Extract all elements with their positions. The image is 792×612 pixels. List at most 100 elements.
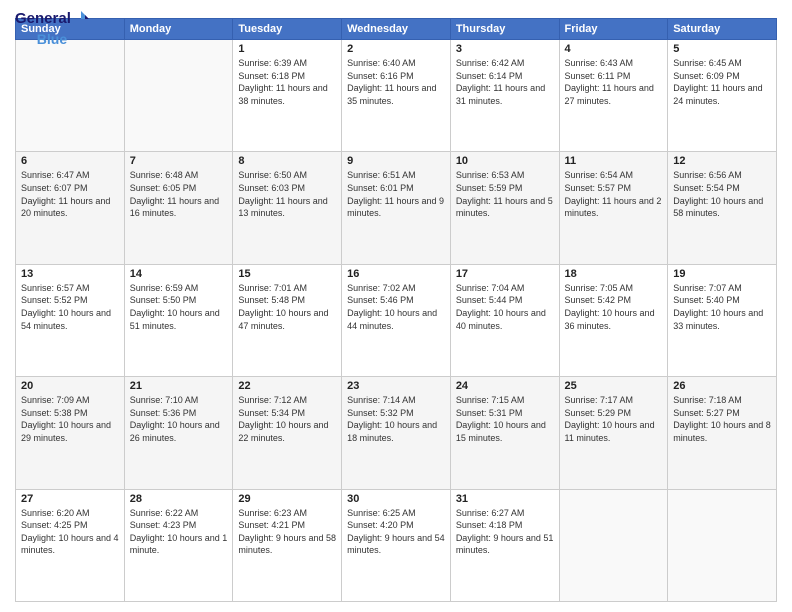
day-number: 10 bbox=[456, 155, 554, 167]
day-cell: 28 Sunrise: 6:22 AM Sunset: 4:23 PM Dayli… bbox=[124, 489, 233, 601]
day-cell: 11 Sunrise: 6:54 AM Sunset: 5:57 PM Dayli… bbox=[559, 152, 668, 264]
day-cell: 15 Sunrise: 7:01 AM Sunset: 5:48 PM Dayli… bbox=[233, 264, 342, 376]
day-number: 26 bbox=[673, 380, 771, 392]
day-info: Sunrise: 6:47 AM Sunset: 6:07 PM Dayligh… bbox=[21, 169, 119, 219]
day-info: Sunrise: 7:01 AM Sunset: 5:48 PM Dayligh… bbox=[238, 282, 336, 332]
day-number: 24 bbox=[456, 380, 554, 392]
day-number: 29 bbox=[238, 493, 336, 505]
day-number: 18 bbox=[565, 268, 663, 280]
day-info: Sunrise: 6:53 AM Sunset: 5:59 PM Dayligh… bbox=[456, 169, 554, 219]
day-number: 12 bbox=[673, 155, 771, 167]
day-info: Sunrise: 6:43 AM Sunset: 6:11 PM Dayligh… bbox=[565, 57, 663, 107]
day-info: Sunrise: 6:20 AM Sunset: 4:25 PM Dayligh… bbox=[21, 507, 119, 557]
day-cell: 20Sunrise: 7:09 AM Sunset: 5:38 PM Dayli… bbox=[16, 377, 125, 489]
day-cell bbox=[668, 489, 777, 601]
day-info: Sunrise: 7:10 AM Sunset: 5:36 PM Dayligh… bbox=[130, 394, 228, 444]
weekday-header-tuesday: Tuesday bbox=[233, 19, 342, 40]
day-cell: 3 Sunrise: 6:42 AM Sunset: 6:14 PM Daylig… bbox=[450, 40, 559, 152]
day-info: Sunrise: 7:05 AM Sunset: 5:42 PM Dayligh… bbox=[565, 282, 663, 332]
day-cell: 4Sunrise: 6:43 AM Sunset: 6:11 PM Daylig… bbox=[559, 40, 668, 152]
day-cell: 22Sunrise: 7:12 AM Sunset: 5:34 PM Dayli… bbox=[233, 377, 342, 489]
week-row-4: 20Sunrise: 7:09 AM Sunset: 5:38 PM Dayli… bbox=[16, 377, 777, 489]
day-cell: 16 Sunrise: 7:02 AM Sunset: 5:46 PM Dayli… bbox=[342, 264, 451, 376]
day-number: 13 bbox=[21, 268, 119, 280]
day-number: 2 bbox=[347, 43, 445, 55]
weekday-header-monday: Monday bbox=[124, 19, 233, 40]
day-info: Sunrise: 7:07 AM Sunset: 5:40 PM Dayligh… bbox=[673, 282, 771, 332]
day-info: Sunrise: 6:22 AM Sunset: 4:23 PM Dayligh… bbox=[130, 507, 228, 557]
day-info: Sunrise: 6:42 AM Sunset: 6:14 PM Dayligh… bbox=[456, 57, 554, 107]
day-number: 23 bbox=[347, 380, 445, 392]
day-cell bbox=[124, 40, 233, 152]
day-number: 3 bbox=[456, 43, 554, 55]
day-number: 6 bbox=[21, 155, 119, 167]
day-number: 15 bbox=[238, 268, 336, 280]
day-number: 31 bbox=[456, 493, 554, 505]
day-number: 21 bbox=[130, 380, 228, 392]
day-cell: 17Sunrise: 7:04 AM Sunset: 5:44 PM Dayli… bbox=[450, 264, 559, 376]
week-row-3: 13 Sunrise: 6:57 AM Sunset: 5:52 PM Dayli… bbox=[16, 264, 777, 376]
day-cell: 19 Sunrise: 7:07 AM Sunset: 5:40 PM Dayli… bbox=[668, 264, 777, 376]
day-number: 28 bbox=[130, 493, 228, 505]
day-info: Sunrise: 6:27 AM Sunset: 4:18 PM Dayligh… bbox=[456, 507, 554, 557]
calendar-table: SundayMondayTuesdayWednesdayThursdayFrid… bbox=[15, 18, 777, 602]
day-number: 22 bbox=[238, 380, 336, 392]
day-cell: 12 Sunrise: 6:56 AM Sunset: 5:54 PM Dayli… bbox=[668, 152, 777, 264]
day-number: 8 bbox=[238, 155, 336, 167]
day-info: Sunrise: 7:15 AM Sunset: 5:31 PM Dayligh… bbox=[456, 394, 554, 444]
day-info: Sunrise: 7:17 AM Sunset: 5:29 PM Dayligh… bbox=[565, 394, 663, 444]
day-info: Sunrise: 6:23 AM Sunset: 4:21 PM Dayligh… bbox=[238, 507, 336, 557]
logo-triangle-icon bbox=[73, 11, 89, 27]
day-cell bbox=[559, 489, 668, 601]
day-number: 30 bbox=[347, 493, 445, 505]
day-cell: 6 Sunrise: 6:47 AM Sunset: 6:07 PM Daylig… bbox=[16, 152, 125, 264]
week-row-1: 1Sunrise: 6:39 AM Sunset: 6:18 PM Daylig… bbox=[16, 40, 777, 152]
logo-blue: Blue bbox=[37, 31, 67, 48]
day-info: Sunrise: 6:54 AM Sunset: 5:57 PM Dayligh… bbox=[565, 169, 663, 219]
day-cell: 29 Sunrise: 6:23 AM Sunset: 4:21 PM Dayli… bbox=[233, 489, 342, 601]
day-cell bbox=[16, 40, 125, 152]
day-cell: 31 Sunrise: 6:27 AM Sunset: 4:18 PM Dayli… bbox=[450, 489, 559, 601]
day-cell: 21 Sunrise: 7:10 AM Sunset: 5:36 PM Dayli… bbox=[124, 377, 233, 489]
day-cell: 10 Sunrise: 6:53 AM Sunset: 5:59 PM Dayli… bbox=[450, 152, 559, 264]
day-cell: 1Sunrise: 6:39 AM Sunset: 6:18 PM Daylig… bbox=[233, 40, 342, 152]
week-row-5: 27 Sunrise: 6:20 AM Sunset: 4:25 PM Dayli… bbox=[16, 489, 777, 601]
day-cell: 2 Sunrise: 6:40 AM Sunset: 6:16 PM Daylig… bbox=[342, 40, 451, 152]
weekday-header-thursday: Thursday bbox=[450, 19, 559, 40]
day-info: Sunrise: 6:57 AM Sunset: 5:52 PM Dayligh… bbox=[21, 282, 119, 332]
day-info: Sunrise: 6:59 AM Sunset: 5:50 PM Dayligh… bbox=[130, 282, 228, 332]
day-info: Sunrise: 6:40 AM Sunset: 6:16 PM Dayligh… bbox=[347, 57, 445, 107]
weekday-header-friday: Friday bbox=[559, 19, 668, 40]
day-number: 5 bbox=[673, 43, 771, 55]
day-info: Sunrise: 7:09 AM Sunset: 5:38 PM Dayligh… bbox=[21, 394, 119, 444]
day-cell: 23 Sunrise: 7:14 AM Sunset: 5:32 PM Dayli… bbox=[342, 377, 451, 489]
day-number: 25 bbox=[565, 380, 663, 392]
day-number: 9 bbox=[347, 155, 445, 167]
day-cell: 7Sunrise: 6:48 AM Sunset: 6:05 PM Daylig… bbox=[124, 152, 233, 264]
day-info: Sunrise: 6:45 AM Sunset: 6:09 PM Dayligh… bbox=[673, 57, 771, 107]
week-row-2: 6 Sunrise: 6:47 AM Sunset: 6:07 PM Daylig… bbox=[16, 152, 777, 264]
weekday-header-saturday: Saturday bbox=[668, 19, 777, 40]
logo-text: General Blue bbox=[15, 10, 89, 48]
day-info: Sunrise: 6:25 AM Sunset: 4:20 PM Dayligh… bbox=[347, 507, 445, 557]
day-number: 27 bbox=[21, 493, 119, 505]
day-number: 16 bbox=[347, 268, 445, 280]
day-number: 7 bbox=[130, 155, 228, 167]
day-cell: 25 Sunrise: 7:17 AM Sunset: 5:29 PM Dayli… bbox=[559, 377, 668, 489]
day-number: 11 bbox=[565, 155, 663, 167]
day-info: Sunrise: 7:04 AM Sunset: 5:44 PM Dayligh… bbox=[456, 282, 554, 332]
weekday-header-wednesday: Wednesday bbox=[342, 19, 451, 40]
day-number: 19 bbox=[673, 268, 771, 280]
day-cell: 26 Sunrise: 7:18 AM Sunset: 5:27 PM Dayli… bbox=[668, 377, 777, 489]
day-info: Sunrise: 6:51 AM Sunset: 6:01 PM Dayligh… bbox=[347, 169, 445, 219]
weekday-header-row: SundayMondayTuesdayWednesdayThursdayFrid… bbox=[16, 19, 777, 40]
day-number: 14 bbox=[130, 268, 228, 280]
day-cell: 13 Sunrise: 6:57 AM Sunset: 5:52 PM Dayli… bbox=[16, 264, 125, 376]
day-number: 1 bbox=[238, 43, 336, 55]
day-info: Sunrise: 7:18 AM Sunset: 5:27 PM Dayligh… bbox=[673, 394, 771, 444]
day-info: Sunrise: 7:14 AM Sunset: 5:32 PM Dayligh… bbox=[347, 394, 445, 444]
day-cell: 30 Sunrise: 6:25 AM Sunset: 4:20 PM Dayli… bbox=[342, 489, 451, 601]
day-cell: 24 Sunrise: 7:15 AM Sunset: 5:31 PM Dayli… bbox=[450, 377, 559, 489]
day-info: Sunrise: 7:02 AM Sunset: 5:46 PM Dayligh… bbox=[347, 282, 445, 332]
day-info: Sunrise: 6:56 AM Sunset: 5:54 PM Dayligh… bbox=[673, 169, 771, 219]
